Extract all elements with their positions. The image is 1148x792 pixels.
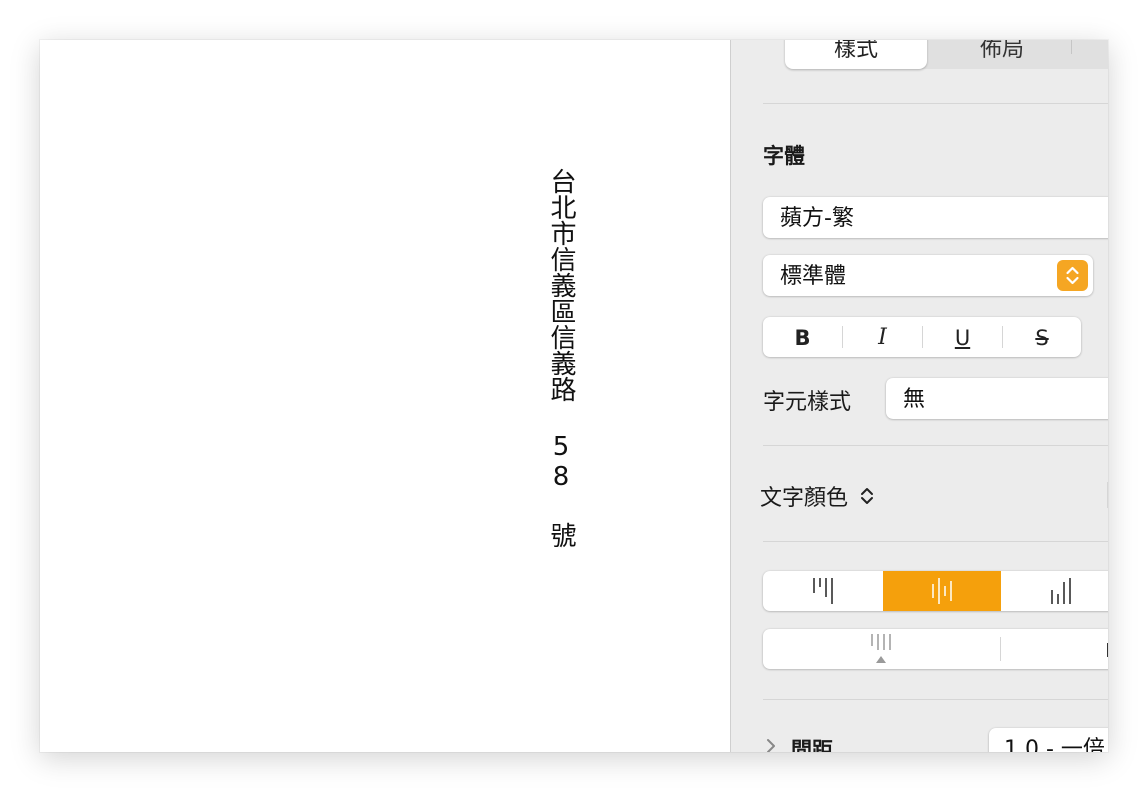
- font-family-popup[interactable]: 蘋方-繁: [763, 197, 1108, 238]
- text-color-label: 文字顏色: [760, 486, 849, 511]
- font-section-title: 字體: [763, 144, 805, 168]
- align-top-button[interactable]: [763, 571, 883, 611]
- underline-button[interactable]: U: [923, 317, 1002, 357]
- pages-window: 台北市信義區信義路 58 號 樣式 佈局 字體 蘋方-繁 標準體 B I U S…: [40, 40, 1108, 752]
- bold-button[interactable]: B: [763, 317, 842, 357]
- divider: [763, 445, 1108, 446]
- font-style-popup[interactable]: 標準體: [763, 255, 1093, 296]
- format-inspector: 樣式 佈局 字體 蘋方-繁 標準體 B I U S 字元樣式 無 文字顏色 間距…: [730, 40, 1108, 752]
- tab-style[interactable]: 樣式: [785, 40, 927, 69]
- text-format-buttons: B I U S: [763, 317, 1081, 357]
- align-middle-button[interactable]: [883, 571, 1001, 611]
- indent-marker-icon: [1107, 643, 1108, 657]
- text-direction-control: [763, 629, 1108, 669]
- vertical-text-box[interactable]: 台北市信義區信義路 58 號: [546, 168, 576, 548]
- vertical-text-icon: [871, 634, 891, 663]
- vertical-alignment-control: [763, 571, 1108, 611]
- line-spacing-popup[interactable]: 1.0 - 一倍: [989, 728, 1108, 752]
- align-bottom-button[interactable]: [1001, 571, 1108, 611]
- align-middle-icon: [932, 578, 952, 604]
- italic-button[interactable]: I: [843, 317, 922, 357]
- divider: [763, 541, 1108, 542]
- tab-layout[interactable]: 佈局: [931, 40, 1073, 69]
- horizontal-text-direction-button[interactable]: [1001, 629, 1108, 669]
- align-top-icon: [813, 578, 833, 604]
- disclosure-chevron-icon[interactable]: [765, 738, 777, 752]
- align-bottom-icon: [1051, 578, 1071, 604]
- character-style-popup[interactable]: 無: [886, 378, 1108, 419]
- character-style-label: 字元樣式: [763, 390, 852, 415]
- vertical-text-direction-button[interactable]: [763, 629, 1000, 669]
- divider: [763, 103, 1108, 104]
- chevron-updown-icon[interactable]: [1057, 260, 1088, 291]
- strikethrough-button[interactable]: S: [1003, 317, 1081, 357]
- tab-separator: [1071, 40, 1072, 54]
- text-color-popup[interactable]: 文字顏色: [760, 480, 876, 512]
- document-canvas[interactable]: 台北市信義區信義路 58 號: [40, 40, 730, 752]
- color-well-edge: [1107, 482, 1108, 508]
- inspector-tabs: 樣式 佈局: [785, 40, 1108, 69]
- divider: [763, 699, 1108, 700]
- spacing-label: 間距: [791, 738, 833, 752]
- font-style-label: 標準體: [780, 264, 847, 289]
- chevron-updown-icon: [861, 488, 874, 504]
